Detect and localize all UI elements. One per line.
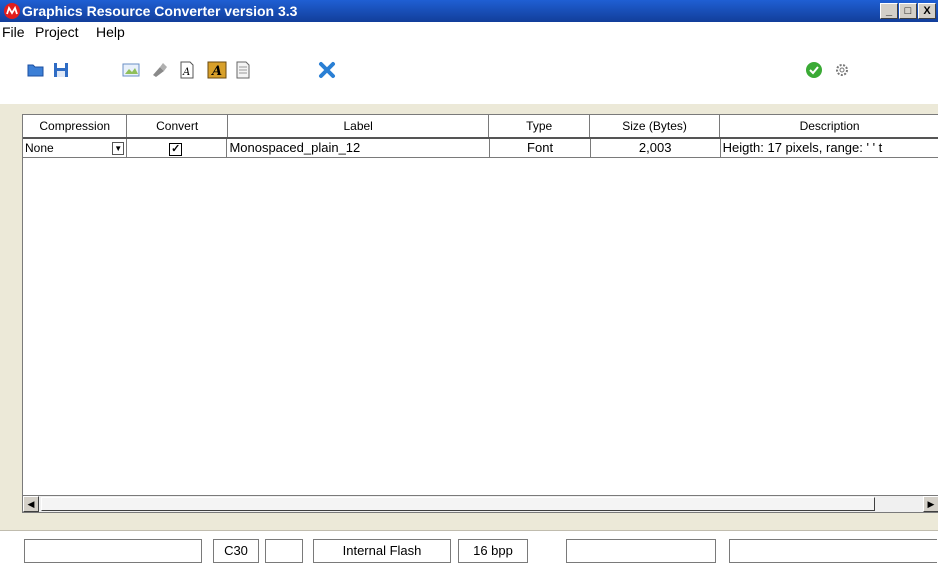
menu-file[interactable]: File	[2, 24, 25, 40]
microchip-logo-icon	[4, 3, 20, 19]
status-bar: C30 Internal Flash 16 bpp	[0, 530, 938, 574]
header-description[interactable]: Description	[720, 115, 938, 137]
delete-x-icon[interactable]	[316, 60, 338, 80]
toolbar: A A	[0, 42, 938, 104]
add-image-icon[interactable]	[120, 60, 142, 80]
status-compiler: C30	[213, 539, 259, 563]
grid-header: Compression Convert Label Type Size (Byt…	[23, 115, 938, 139]
settings-gear-icon[interactable]	[831, 60, 853, 80]
compression-value: None	[25, 141, 54, 155]
maximize-button[interactable]: □	[899, 3, 917, 19]
save-icon[interactable]	[50, 60, 72, 80]
resource-grid: Compression Convert Label Type Size (Byt…	[22, 114, 938, 513]
header-convert[interactable]: Convert	[127, 115, 228, 137]
header-type[interactable]: Type	[489, 115, 590, 137]
status-field-3	[265, 539, 303, 563]
scroll-right-icon[interactable]: ▶	[923, 496, 938, 512]
header-compression[interactable]: Compression	[23, 115, 128, 137]
header-size[interactable]: Size (Bytes)	[590, 115, 721, 137]
close-button[interactable]: X	[918, 3, 936, 19]
status-field-7	[729, 539, 937, 563]
type-cell: Font	[490, 139, 591, 157]
chevron-down-icon[interactable]: ▼	[112, 142, 125, 155]
menu-project[interactable]: Project	[35, 24, 79, 40]
check-circle-icon[interactable]	[803, 60, 825, 80]
svg-text:A: A	[210, 64, 222, 79]
label-cell: Monospaced_plain_12	[227, 139, 491, 157]
add-font-icon[interactable]: A	[176, 60, 198, 80]
menu-bar: File Project Help	[0, 22, 938, 42]
document-icon[interactable]	[232, 60, 254, 80]
menu-help[interactable]: Help	[96, 24, 125, 40]
horizontal-scrollbar[interactable]: ◀ ▶	[23, 495, 938, 512]
status-bpp: 16 bpp	[458, 539, 528, 563]
brush-icon[interactable]	[148, 60, 170, 80]
svg-text:A: A	[182, 67, 190, 78]
table-row[interactable]: None ▼ ✓ Monospaced_plain_12 Font 2,003 …	[23, 139, 938, 158]
title-bar[interactable]: Graphics Resource Converter version 3.3 …	[0, 0, 938, 22]
minimize-button[interactable]: _	[880, 3, 898, 19]
status-field-1	[24, 539, 202, 563]
convert-checkbox[interactable]: ✓	[169, 143, 183, 156]
scroll-thumb[interactable]	[41, 497, 875, 511]
scroll-left-icon[interactable]: ◀	[23, 496, 39, 512]
status-field-6	[566, 539, 716, 563]
status-memory: Internal Flash	[313, 539, 451, 563]
description-cell: Heigth: 17 pixels, range: ' ' t	[722, 140, 883, 155]
window-title: Graphics Resource Converter version 3.3	[22, 3, 298, 19]
header-label[interactable]: Label	[228, 115, 490, 137]
compression-combo[interactable]: None ▼	[23, 139, 128, 157]
font-a-icon[interactable]: A	[206, 60, 228, 80]
convert-cell[interactable]: ✓	[127, 139, 228, 157]
open-folder-icon[interactable]	[25, 60, 47, 80]
size-cell: 2,003	[591, 139, 721, 157]
